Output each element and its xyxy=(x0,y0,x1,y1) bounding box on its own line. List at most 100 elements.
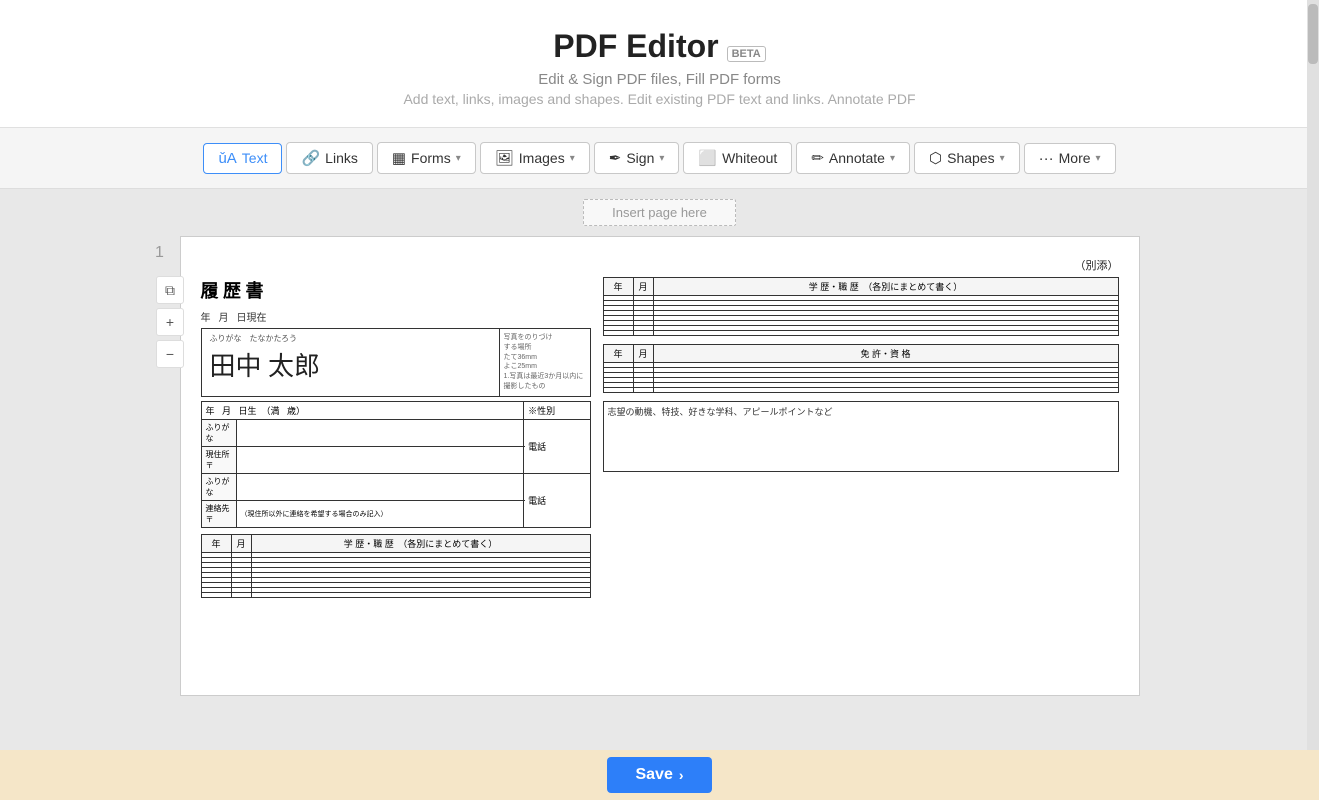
address-label: 現住所 〒 xyxy=(201,446,236,473)
shapes-label: Shapes xyxy=(947,150,994,166)
forms-chevron-icon: ▾ xyxy=(456,153,461,164)
right-career-header: 年 月 学 歴・職 歴 （各別にまとめて書く） xyxy=(603,278,1118,296)
links-label: Links xyxy=(325,150,358,166)
whiteout-tool-button[interactable]: ⬜ Whiteout xyxy=(683,142,792,174)
subtitle1: Edit & Sign PDF files, Fill PDF forms xyxy=(0,71,1319,88)
images-icon: 🖼 xyxy=(495,149,514,167)
career-table: 年 月 学 歴・職 歴 （各別にまとめて書く） xyxy=(201,534,591,598)
remarks-label: 志望の動機、特技、好きな学科、アピールポイントなど xyxy=(608,405,1114,418)
day-label: 日現在 xyxy=(237,309,267,324)
subtitle2: Add text, links, images and shapes. Edit… xyxy=(0,91,1319,107)
links-tool-button[interactable]: 🔗 Links xyxy=(286,142,372,174)
save-label: Save xyxy=(635,766,672,784)
career-yr-header: 年 xyxy=(201,534,231,552)
toolbar: ǔA Text 🔗 Links ▦ Forms ▾ 🖼 Images ▾ ✒ S… xyxy=(0,128,1319,189)
address-furigana-label: ふりがな xyxy=(201,419,236,446)
insert-bar: Insert page here xyxy=(0,189,1319,236)
sign-label: Sign xyxy=(626,150,654,166)
forms-tool-button[interactable]: ▦ Forms ▾ xyxy=(377,142,476,174)
main-area: Insert page here 1 ⧉ + − （別添） 履 歴 書 年 月 … xyxy=(0,189,1319,773)
more-tool-button[interactable]: ··· More ▾ xyxy=(1024,143,1116,174)
copy-icon[interactable]: ⧉ xyxy=(156,276,184,304)
more-label: More xyxy=(1059,150,1091,166)
right-career-table: 年 月 学 歴・職 歴 （各別にまとめて書く） xyxy=(603,277,1119,336)
scrollbar-thumb[interactable] xyxy=(1308,4,1318,64)
save-bar: Save › xyxy=(0,750,1319,800)
qual-content-header: 免 許・資 格 xyxy=(653,345,1118,363)
save-arrow-icon: › xyxy=(679,767,684,783)
qual-yr-header: 年 xyxy=(603,345,633,363)
images-label: Images xyxy=(519,150,565,166)
address-furigana-row: ふりがな 電話 xyxy=(201,419,590,446)
annotate-tool-button[interactable]: ✏ Annotate ▾ xyxy=(796,142,910,174)
career-header-row: 年 月 学 歴・職 歴 （各別にまとめて書く） xyxy=(201,534,590,552)
save-button[interactable]: Save › xyxy=(607,757,711,793)
year-label: 年 xyxy=(201,309,211,324)
annotate-chevron-icon: ▾ xyxy=(890,153,895,164)
shapes-icon: ⬡ xyxy=(929,149,942,167)
resume-date-row: 年 月 日現在 xyxy=(201,309,591,324)
pdf-page: （別添） 履 歴 書 年 月 日現在 ふりがな たなかたろう 田中 太郎 xyxy=(180,236,1140,696)
sign-icon: ✒ xyxy=(609,149,622,167)
link-icon: 🔗 xyxy=(301,149,320,167)
side-toolbar: ⧉ + − xyxy=(156,276,184,368)
right-content-header: 学 歴・職 歴 （各別にまとめて書く） xyxy=(653,278,1118,296)
sign-tool-button[interactable]: ✒ Sign ▾ xyxy=(594,142,680,174)
whiteout-icon: ⬜ xyxy=(698,149,717,167)
right-mo-header: 月 xyxy=(633,278,653,296)
remarks-row: 志望の動機、特技、好きな学科、アピールポイントなど xyxy=(603,402,1118,472)
forms-label: Forms xyxy=(411,150,451,166)
name-photo-row: ふりがな たなかたろう 田中 太郎 写真をのりづけ する場所 たて36mm よこ… xyxy=(201,328,591,397)
contact-tel-label: 電話 xyxy=(524,473,590,527)
whiteout-label: Whiteout xyxy=(722,150,777,166)
career-row-9 xyxy=(201,592,590,597)
resume-left: 履 歴 書 年 月 日現在 ふりがな たなかたろう 田中 太郎 写真をのりづ xyxy=(201,277,591,598)
forms-icon: ▦ xyxy=(392,149,406,167)
address-value xyxy=(236,446,524,473)
remarks-table: 志望の動機、特技、好きな学科、アピールポイントなど xyxy=(603,401,1119,472)
pdf-header-right: （別添） xyxy=(201,257,1119,273)
scrollbar[interactable] xyxy=(1307,0,1319,800)
name-section: ふりがな たなかたろう 田中 太郎 xyxy=(202,329,500,396)
beta-badge: BETA xyxy=(727,46,766,62)
sign-chevron-icon: ▾ xyxy=(659,153,664,164)
contact-furigana-label: ふりがな xyxy=(201,473,236,500)
zoom-out-icon[interactable]: − xyxy=(156,340,184,368)
qual-header-row: 年 月 免 許・資 格 xyxy=(603,345,1118,363)
gender-cell: ※性別 xyxy=(524,401,590,419)
app-title: PDF Editor xyxy=(553,28,718,65)
remarks-cell: 志望の動機、特技、好きな学科、アピールポイントなど xyxy=(603,402,1118,472)
furigana: ふりがな たなかたろう xyxy=(210,333,491,344)
text-tool-button[interactable]: ǔA Text xyxy=(203,143,282,174)
insert-page-button[interactable]: Insert page here xyxy=(583,199,736,226)
right-row-8 xyxy=(603,331,1118,336)
annotate-icon: ✏ xyxy=(811,149,824,167)
month-label: 月 xyxy=(219,309,229,324)
right-yr-header: 年 xyxy=(603,278,633,296)
resume-container: 履 歴 書 年 月 日現在 ふりがな たなかたろう 田中 太郎 写真をのりづ xyxy=(201,277,1119,598)
resume-right: 年 月 学 歴・職 歴 （各別にまとめて書く） xyxy=(603,277,1119,598)
contact-furigana-row: ふりがな 電話 xyxy=(201,473,590,500)
dob-row: 年 月 日生 （満 歳） ※性別 xyxy=(201,401,590,419)
contact-note-cell: （現住所以外に連絡を希望する場合のみ記入） xyxy=(236,500,524,527)
resume-title: 履 歴 書 xyxy=(201,277,591,303)
career-content-header: 学 歴・職 歴 （各別にまとめて書く） xyxy=(251,534,590,552)
page-number: 1 xyxy=(155,244,164,262)
qual-mo-header: 月 xyxy=(633,345,653,363)
photo-instructions: 写真をのりづけ する場所 たて36mm よこ25mm 1.写真は最近3か月以内に… xyxy=(504,333,586,392)
qual-row-6 xyxy=(603,388,1118,393)
shapes-tool-button[interactable]: ⬡ Shapes ▾ xyxy=(914,142,1020,174)
zoom-in-icon[interactable]: + xyxy=(156,308,184,336)
career-mo-header: 月 xyxy=(231,534,251,552)
address-furigana-value xyxy=(236,419,524,446)
shapes-chevron-icon: ▾ xyxy=(1000,153,1005,164)
more-chevron-icon: ▾ xyxy=(1096,153,1101,164)
text-icon: ǔA xyxy=(218,150,236,167)
images-tool-button[interactable]: 🖼 Images ▾ xyxy=(480,142,590,174)
name-kanji: 田中 太郎 xyxy=(210,346,491,383)
info-table: 年 月 日生 （満 歳） ※性別 ふりがな 電話 現住所 〒 xyxy=(201,401,591,528)
header: PDF Editor BETA Edit & Sign PDF files, F… xyxy=(0,0,1319,128)
annotate-label: Annotate xyxy=(829,150,885,166)
text-label: Text xyxy=(242,150,268,166)
photo-section: 写真をのりづけ する場所 たて36mm よこ25mm 1.写真は最近3か月以内に… xyxy=(500,329,590,396)
